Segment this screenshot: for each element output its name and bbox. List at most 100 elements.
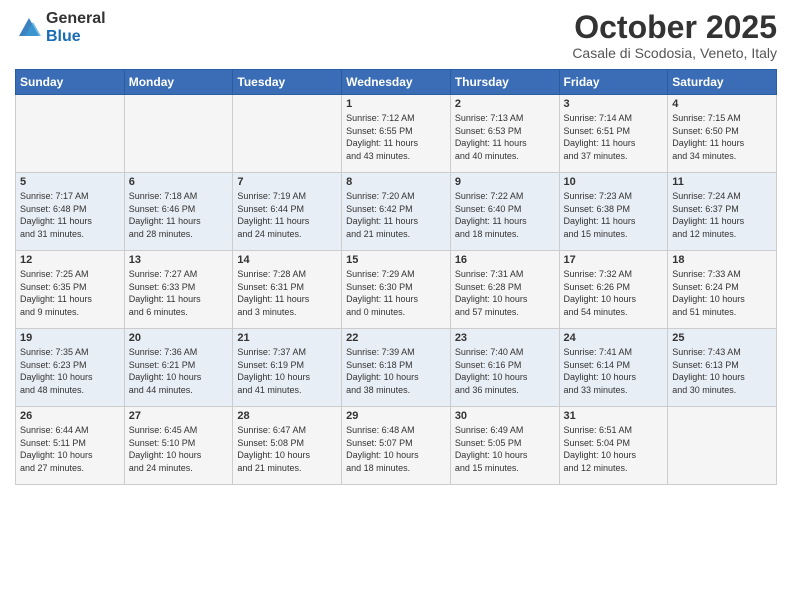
col-friday: Friday: [559, 70, 668, 95]
calendar-cell: 31 Sunrise: 6:51 AM Sunset: 5:04 PM Dayli…: [559, 407, 668, 485]
calendar-row: 1 Sunrise: 7:12 AM Sunset: 6:55 PM Daylig…: [16, 95, 777, 173]
calendar-page: General Blue October 2025 Casale di Scod…: [0, 0, 792, 612]
calendar-cell: 12 Sunrise: 7:25 AM Sunset: 6:35 PM Dayli…: [16, 251, 125, 329]
day-info: Sunrise: 7:15 AM Sunset: 6:50 PM Dayligh…: [672, 112, 772, 162]
calendar-cell: 25 Sunrise: 7:43 AM Sunset: 6:13 PM Dayli…: [668, 329, 777, 407]
calendar-cell: 17 Sunrise: 7:32 AM Sunset: 6:26 PM Dayli…: [559, 251, 668, 329]
calendar-cell: 13 Sunrise: 7:27 AM Sunset: 6:33 PM Dayli…: [124, 251, 233, 329]
day-number: 27: [129, 410, 229, 422]
calendar-cell: 27 Sunrise: 6:45 AM Sunset: 5:10 PM Dayli…: [124, 407, 233, 485]
calendar-cell: 1 Sunrise: 7:12 AM Sunset: 6:55 PM Daylig…: [342, 95, 451, 173]
day-info: Sunrise: 7:22 AM Sunset: 6:40 PM Dayligh…: [455, 190, 555, 240]
day-number: 3: [564, 98, 664, 110]
calendar-cell: [124, 95, 233, 173]
day-number: 22: [346, 332, 446, 344]
day-info: Sunrise: 7:41 AM Sunset: 6:14 PM Dayligh…: [564, 346, 664, 396]
day-info: Sunrise: 7:43 AM Sunset: 6:13 PM Dayligh…: [672, 346, 772, 396]
day-info: Sunrise: 7:27 AM Sunset: 6:33 PM Dayligh…: [129, 268, 229, 318]
calendar-cell: 2 Sunrise: 7:13 AM Sunset: 6:53 PM Daylig…: [450, 95, 559, 173]
calendar-cell: 11Sunrise: 7:24 AM Sunset: 6:37 PM Dayli…: [668, 173, 777, 251]
day-info: Sunrise: 6:47 AM Sunset: 5:08 PM Dayligh…: [237, 424, 337, 474]
day-info: Sunrise: 6:48 AM Sunset: 5:07 PM Dayligh…: [346, 424, 446, 474]
day-number: 26: [20, 410, 120, 422]
calendar-cell: 16 Sunrise: 7:31 AM Sunset: 6:28 PM Dayli…: [450, 251, 559, 329]
calendar-cell: 26 Sunrise: 6:44 AM Sunset: 5:11 PM Dayli…: [16, 407, 125, 485]
day-info: Sunrise: 6:51 AM Sunset: 5:04 PM Dayligh…: [564, 424, 664, 474]
day-info: Sunrise: 7:36 AM Sunset: 6:21 PM Dayligh…: [129, 346, 229, 396]
day-info: Sunrise: 7:19 AM Sunset: 6:44 PM Dayligh…: [237, 190, 337, 240]
day-number: 24: [564, 332, 664, 344]
day-number: 6: [129, 176, 229, 188]
calendar-table: Sunday Monday Tuesday Wednesday Thursday…: [15, 69, 777, 485]
day-number: 19: [20, 332, 120, 344]
calendar-cell: 22Sunrise: 7:39 AM Sunset: 6:18 PM Dayli…: [342, 329, 451, 407]
logo-general-text: General: [46, 10, 106, 28]
col-sunday: Sunday: [16, 70, 125, 95]
logo-blue-text: Blue: [46, 28, 106, 46]
day-number: 14: [237, 254, 337, 266]
day-info: Sunrise: 7:25 AM Sunset: 6:35 PM Dayligh…: [20, 268, 120, 318]
day-info: Sunrise: 7:18 AM Sunset: 6:46 PM Dayligh…: [129, 190, 229, 240]
day-number: 20: [129, 332, 229, 344]
day-info: Sunrise: 7:17 AM Sunset: 6:48 PM Dayligh…: [20, 190, 120, 240]
day-info: Sunrise: 7:32 AM Sunset: 6:26 PM Dayligh…: [564, 268, 664, 318]
day-info: Sunrise: 7:12 AM Sunset: 6:55 PM Dayligh…: [346, 112, 446, 162]
day-info: Sunrise: 7:23 AM Sunset: 6:38 PM Dayligh…: [564, 190, 664, 240]
calendar-cell: [233, 95, 342, 173]
day-number: 31: [564, 410, 664, 422]
calendar-cell: 18 Sunrise: 7:33 AM Sunset: 6:24 PM Dayli…: [668, 251, 777, 329]
day-number: 16: [455, 254, 555, 266]
day-number: 1: [346, 98, 446, 110]
day-number: 25: [672, 332, 772, 344]
calendar-row: 19 Sunrise: 7:35 AM Sunset: 6:23 PM Dayli…: [16, 329, 777, 407]
day-number: 12: [20, 254, 120, 266]
calendar-cell: 4 Sunrise: 7:15 AM Sunset: 6:50 PM Daylig…: [668, 95, 777, 173]
day-number: 2: [455, 98, 555, 110]
calendar-cell: 14 Sunrise: 7:28 AM Sunset: 6:31 PM Dayli…: [233, 251, 342, 329]
calendar-row: 5 Sunrise: 7:17 AM Sunset: 6:48 PM Daylig…: [16, 173, 777, 251]
calendar-cell: 21 Sunrise: 7:37 AM Sunset: 6:19 PM Dayli…: [233, 329, 342, 407]
day-number: 11: [672, 176, 772, 188]
day-number: 8: [346, 176, 446, 188]
day-info: Sunrise: 7:33 AM Sunset: 6:24 PM Dayligh…: [672, 268, 772, 318]
day-info: Sunrise: 6:49 AM Sunset: 5:05 PM Dayligh…: [455, 424, 555, 474]
day-info: Sunrise: 7:31 AM Sunset: 6:28 PM Dayligh…: [455, 268, 555, 318]
logo: General Blue: [15, 10, 106, 46]
calendar-cell: 5 Sunrise: 7:17 AM Sunset: 6:48 PM Daylig…: [16, 173, 125, 251]
day-number: 17: [564, 254, 664, 266]
day-number: 29: [346, 410, 446, 422]
day-number: 23: [455, 332, 555, 344]
day-info: Sunrise: 7:14 AM Sunset: 6:51 PM Dayligh…: [564, 112, 664, 162]
day-info: Sunrise: 7:20 AM Sunset: 6:42 PM Dayligh…: [346, 190, 446, 240]
day-info: Sunrise: 6:44 AM Sunset: 5:11 PM Dayligh…: [20, 424, 120, 474]
col-monday: Monday: [124, 70, 233, 95]
day-number: 18: [672, 254, 772, 266]
calendar-cell: 30 Sunrise: 6:49 AM Sunset: 5:05 PM Dayli…: [450, 407, 559, 485]
calendar-cell: 19 Sunrise: 7:35 AM Sunset: 6:23 PM Dayli…: [16, 329, 125, 407]
day-info: Sunrise: 7:37 AM Sunset: 6:19 PM Dayligh…: [237, 346, 337, 396]
day-number: 15: [346, 254, 446, 266]
calendar-cell: 3 Sunrise: 7:14 AM Sunset: 6:51 PM Daylig…: [559, 95, 668, 173]
day-info: Sunrise: 7:28 AM Sunset: 6:31 PM Dayligh…: [237, 268, 337, 318]
calendar-row: 12 Sunrise: 7:25 AM Sunset: 6:35 PM Dayli…: [16, 251, 777, 329]
day-info: Sunrise: 6:45 AM Sunset: 5:10 PM Dayligh…: [129, 424, 229, 474]
day-info: Sunrise: 7:35 AM Sunset: 6:23 PM Dayligh…: [20, 346, 120, 396]
logo-icon: [15, 14, 43, 42]
day-number: 5: [20, 176, 120, 188]
day-info: Sunrise: 7:13 AM Sunset: 6:53 PM Dayligh…: [455, 112, 555, 162]
day-number: 4: [672, 98, 772, 110]
day-info: Sunrise: 7:29 AM Sunset: 6:30 PM Dayligh…: [346, 268, 446, 318]
month-title: October 2025: [572, 10, 777, 45]
day-number: 13: [129, 254, 229, 266]
calendar-cell: 8 Sunrise: 7:20 AM Sunset: 6:42 PM Daylig…: [342, 173, 451, 251]
calendar-cell: [16, 95, 125, 173]
day-number: 21: [237, 332, 337, 344]
day-number: 30: [455, 410, 555, 422]
day-number: 28: [237, 410, 337, 422]
page-header: General Blue October 2025 Casale di Scod…: [15, 10, 777, 61]
calendar-row: 26 Sunrise: 6:44 AM Sunset: 5:11 PM Dayli…: [16, 407, 777, 485]
col-saturday: Saturday: [668, 70, 777, 95]
col-tuesday: Tuesday: [233, 70, 342, 95]
calendar-cell: 29 Sunrise: 6:48 AM Sunset: 5:07 PM Dayli…: [342, 407, 451, 485]
calendar-cell: 28 Sunrise: 6:47 AM Sunset: 5:08 PM Dayli…: [233, 407, 342, 485]
